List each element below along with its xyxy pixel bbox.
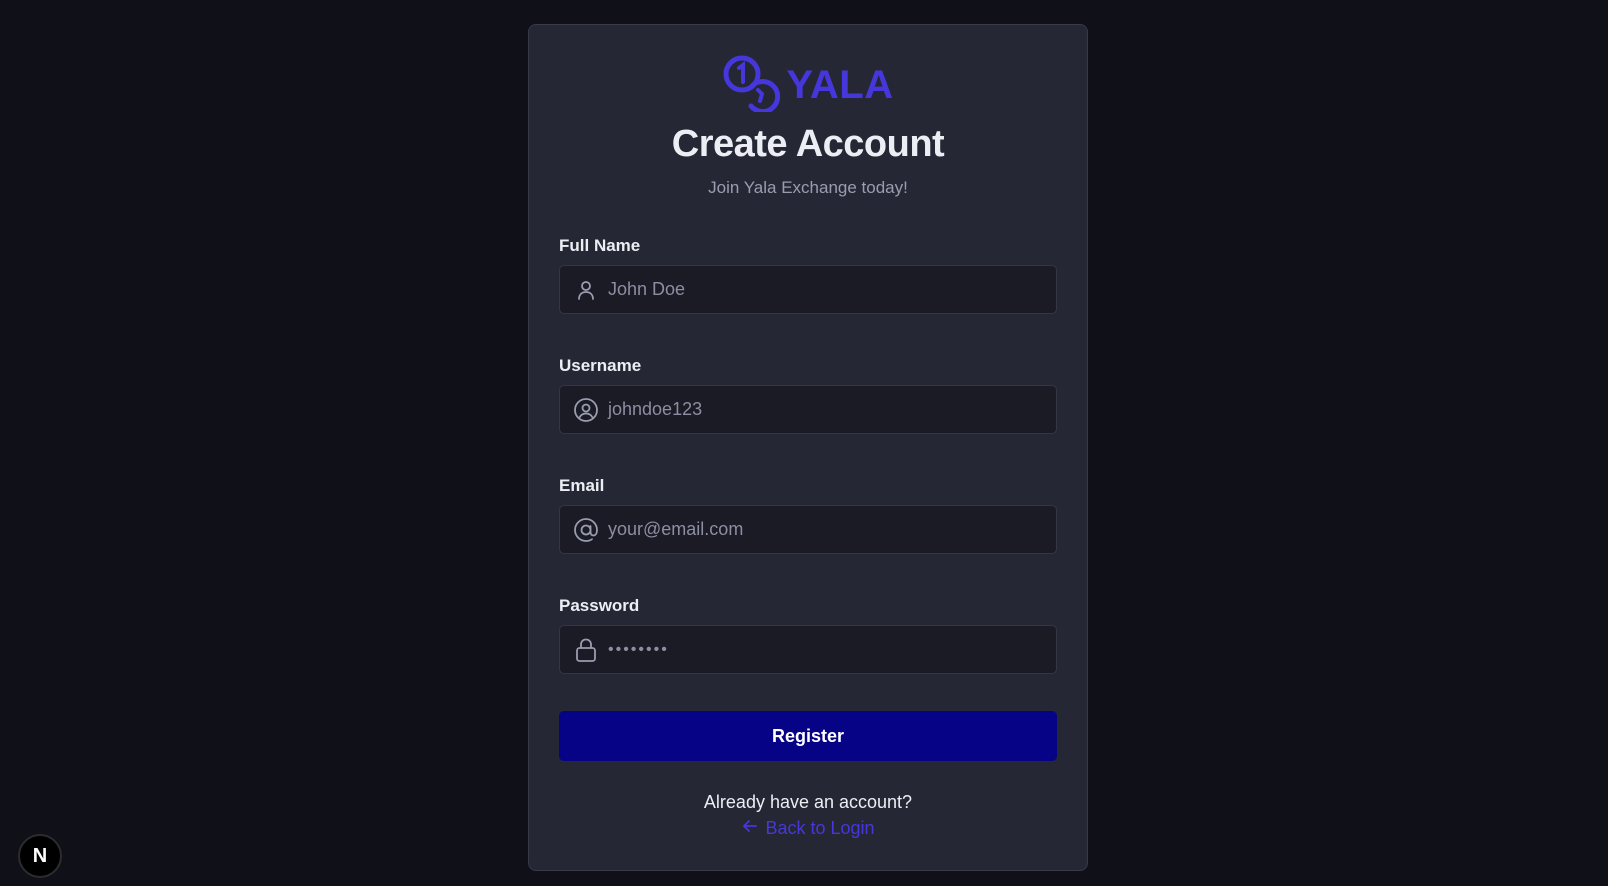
page-title: Create Account bbox=[671, 123, 945, 165]
brand-logo: YALA bbox=[529, 55, 1087, 114]
password-field[interactable]: •••••••• bbox=[559, 625, 1057, 674]
password-label: Password bbox=[559, 596, 640, 615]
nextjs-icon[interactable]: N bbox=[18, 834, 62, 878]
full-name-label: Full Name bbox=[559, 236, 641, 255]
email-label: Email bbox=[559, 476, 605, 495]
full-name-field[interactable]: John Doe bbox=[559, 265, 1057, 314]
register-card: YALA Create Account Join Yala Exchange t… bbox=[528, 24, 1088, 871]
nextjs-badge-letter: N bbox=[32, 844, 48, 867]
full-name-value: John Doe bbox=[608, 279, 686, 299]
password-value: •••••••• bbox=[608, 640, 669, 658]
username-label: Username bbox=[559, 356, 642, 375]
username-field[interactable]: johndoe123 bbox=[559, 385, 1057, 434]
brand-name: YALA bbox=[786, 62, 894, 107]
user-icon bbox=[573, 277, 599, 303]
already-have-account-text: Already have an account? bbox=[703, 792, 913, 812]
arrow-left-icon bbox=[741, 817, 759, 840]
page-subtitle: Join Yala Exchange today! bbox=[708, 178, 908, 197]
back-to-login-link[interactable]: Back to Login bbox=[529, 817, 1087, 840]
username-value: johndoe123 bbox=[608, 399, 703, 419]
at-sign-icon bbox=[573, 517, 599, 543]
back-to-login-label: Back to Login bbox=[765, 818, 875, 838]
user-circle-icon bbox=[573, 397, 599, 423]
email-field[interactable]: your@email.com bbox=[559, 505, 1057, 554]
coins-icon bbox=[722, 54, 781, 117]
email-value: your@email.com bbox=[608, 519, 744, 539]
register-button[interactable]: Register bbox=[559, 711, 1057, 761]
lock-icon bbox=[573, 637, 599, 663]
